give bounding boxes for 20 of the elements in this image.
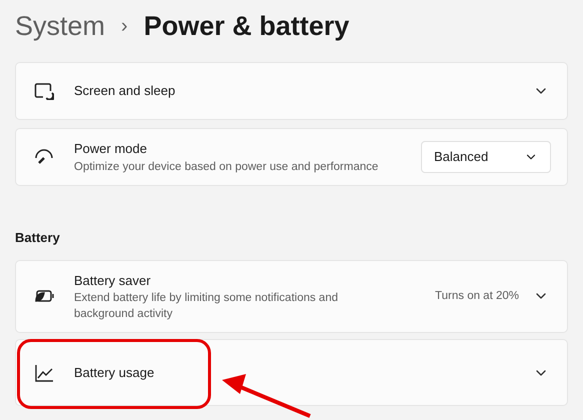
settings-card[interactable]: Battery saver Extend battery life by limiting some notifications and background activity Turns on at 20%: [15, 260, 568, 333]
breadcrumb-separator: ›: [121, 14, 128, 39]
card-title: Battery usage: [74, 364, 156, 382]
line-chart-icon: [34, 364, 54, 382]
section-heading: Battery: [15, 229, 61, 247]
card-title: Power mode: [74, 140, 148, 158]
settings-card[interactable]: Screen and sleep: [15, 62, 568, 120]
settings-card[interactable]: Power mode Optimize your device based on power use and performance Balanced: [15, 128, 568, 186]
page-title: Power & battery: [144, 10, 350, 43]
settings-card[interactable]: Battery usage: [15, 339, 568, 406]
card-description: Extend battery life by limiting some notifications and background activity: [74, 291, 339, 322]
status-text: Turns on at 20%: [435, 288, 519, 304]
breadcrumb-parent[interactable]: System: [15, 6, 106, 46]
gauge-icon: [34, 149, 54, 165]
power-mode-dropdown[interactable]: Balanced: [421, 141, 551, 173]
card-title: Screen and sleep: [74, 82, 176, 100]
screen-moon-icon: [34, 82, 54, 100]
battery-leaf-icon: [34, 289, 56, 304]
card-description: Optimize your device based on power use and performance: [74, 160, 380, 175]
card-title: Battery saver: [74, 272, 152, 290]
